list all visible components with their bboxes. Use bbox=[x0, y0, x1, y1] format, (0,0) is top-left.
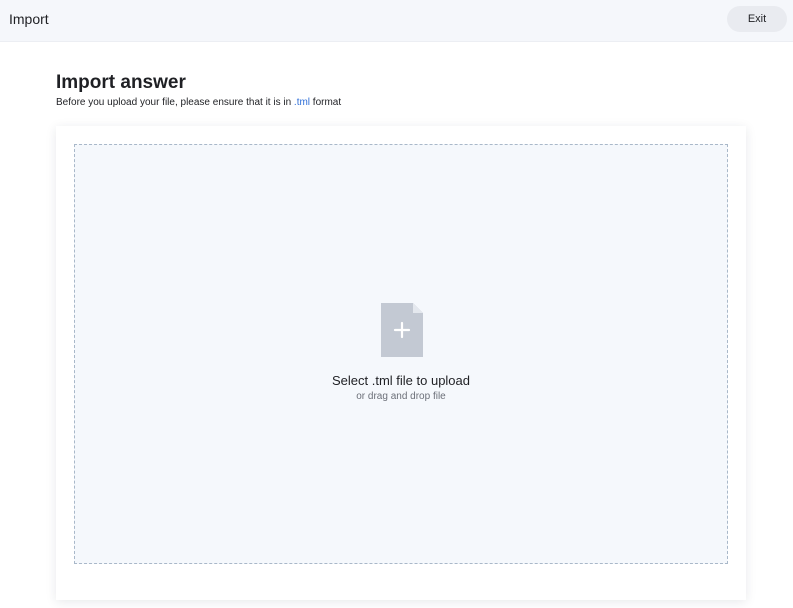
subtitle-text: Before you upload your file, please ensu… bbox=[56, 97, 294, 108]
exit-button[interactable]: Exit bbox=[727, 6, 787, 32]
tml-format-link: .tml bbox=[293, 97, 311, 108]
page-title: Import answer bbox=[56, 72, 186, 93]
top-bar: Import Exit bbox=[0, 0, 793, 42]
page-subtitle: Before you upload your file, please ensu… bbox=[56, 97, 341, 109]
file-plus-icon bbox=[381, 303, 423, 357]
subtitle-suffix: format bbox=[310, 97, 342, 108]
window-title: Import bbox=[9, 11, 49, 27]
upload-card: Select .tml file to upload or drag and d… bbox=[56, 126, 746, 600]
upload-subtitle: or drag and drop file bbox=[356, 391, 446, 402]
upload-title[interactable]: Select .tml file to upload bbox=[75, 373, 727, 389]
file-dropzone[interactable]: Select .tml file to upload or drag and d… bbox=[74, 144, 728, 564]
